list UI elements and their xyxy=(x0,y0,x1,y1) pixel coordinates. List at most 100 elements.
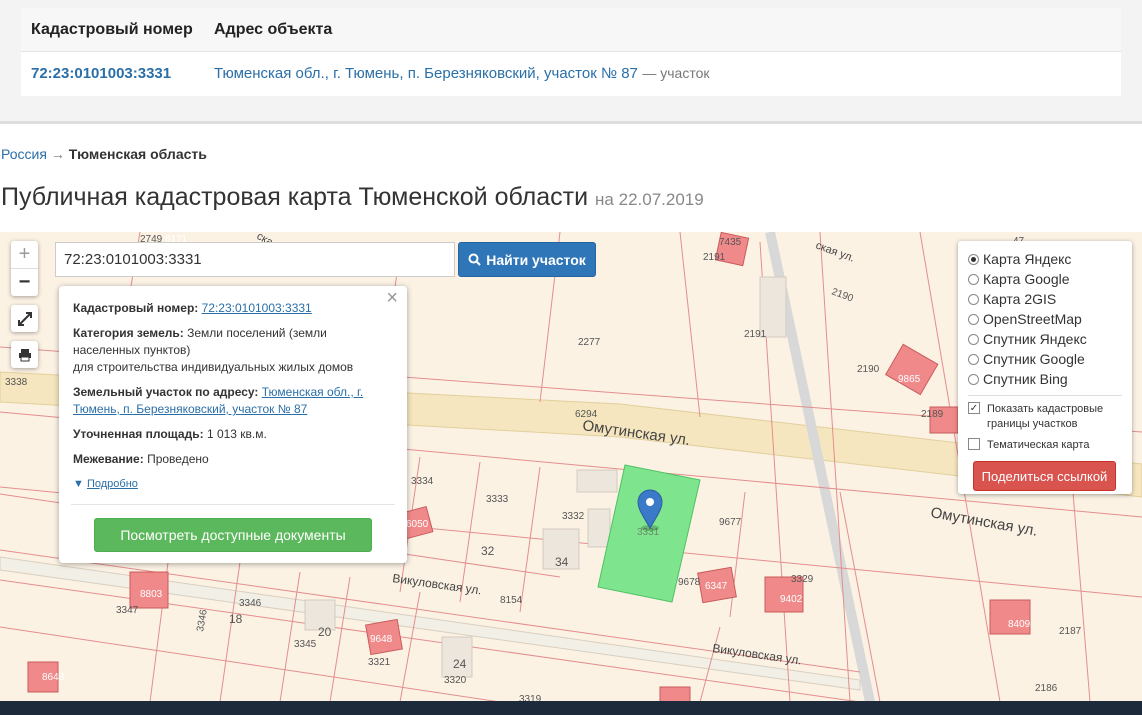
popup-number: Кадастровый номер: 72:23:0101003:3331 xyxy=(73,300,393,317)
checkbox-icon xyxy=(968,438,980,450)
layer-option-google-sat[interactable]: Спутник Google xyxy=(968,349,1132,369)
address-link[interactable]: Тюменская обл., г. Тюмень, п. Березняков… xyxy=(214,65,638,82)
os-taskbar xyxy=(0,701,1142,715)
radio-icon xyxy=(968,373,979,385)
radio-icon xyxy=(968,273,979,285)
parcel-number: 24 xyxy=(453,657,467,671)
expand-icon xyxy=(17,311,32,326)
layer-option-bing-sat[interactable]: Спутник Bing xyxy=(968,369,1132,389)
zoom-out-button[interactable]: − xyxy=(11,268,38,295)
layers-divider xyxy=(968,395,1122,396)
checkmark-icon: ✓ xyxy=(968,402,980,414)
share-link-button[interactable]: Поделиться ссылкой xyxy=(973,461,1116,491)
parcel-number: 3338 xyxy=(5,377,28,388)
layer-option-yandex-sat[interactable]: Спутник Яндекс xyxy=(968,329,1132,349)
parcel-number: 2191 xyxy=(744,329,767,340)
cadastral-search-input[interactable] xyxy=(55,242,455,277)
radio-icon xyxy=(968,253,979,265)
show-borders-checkbox[interactable]: ✓ Показать кадастровые границы участков xyxy=(968,402,1132,432)
parcel-number: 20 xyxy=(318,625,332,639)
page-title-date: на 22.07.2019 xyxy=(595,190,704,209)
house-label: 9648 xyxy=(370,634,393,645)
parcel-number: 3334 xyxy=(411,476,434,487)
breadcrumb-arrow: → xyxy=(50,146,65,162)
radio-icon xyxy=(968,353,979,365)
fullscreen-button[interactable] xyxy=(11,305,38,332)
house-label: 9865 xyxy=(898,374,921,385)
parcel-number: 7435 xyxy=(719,237,742,248)
printer-icon xyxy=(18,348,31,361)
parcel-number: 2191 xyxy=(703,252,726,263)
popup-number-link[interactable]: 72:23:0101003:3331 xyxy=(202,301,312,315)
layer-option-osm[interactable]: OpenStreetMap xyxy=(968,309,1132,329)
page-title-text: Публичная кадастровая карта Тюменской об… xyxy=(1,183,589,211)
results-band: Кадастровый номер Адрес объекта 72:23:01… xyxy=(0,0,1142,124)
thematic-map-checkbox[interactable]: Тематическая карта xyxy=(968,438,1132,453)
thematic-map-label: Тематическая карта xyxy=(987,439,1090,451)
parcel-number: 3347 xyxy=(116,605,139,616)
popup-number-label: Кадастровый номер: xyxy=(73,301,199,315)
find-plot-button[interactable]: Найти участок xyxy=(458,242,596,277)
radio-icon xyxy=(968,333,979,345)
house-label: 8803 xyxy=(140,589,163,600)
parcel-number: 2187 xyxy=(1059,626,1082,637)
layer-option-label: Карта Google xyxy=(983,271,1070,287)
breadcrumb-region: Тюменская область xyxy=(68,146,207,162)
parcel-number: 3321 xyxy=(368,657,391,668)
print-button[interactable] xyxy=(11,341,38,368)
layer-option-label: Спутник Google xyxy=(983,351,1085,367)
house-label: 8648 xyxy=(42,672,65,683)
popup-area: Уточненная площадь: 1 013 кв.м. xyxy=(73,426,393,443)
popup-category-label: Категория земель: xyxy=(73,326,184,340)
layer-switcher: Карта Яндекс Карта Google Карта 2GIS Ope… xyxy=(958,241,1132,494)
parcel-number: 6294 xyxy=(575,409,598,420)
house-label: 8409 xyxy=(1008,619,1031,630)
parcel-number: 3333 xyxy=(486,494,509,505)
parcel-number: 3332 xyxy=(562,511,585,522)
row-number-cell: 72:23:0101003:3331 xyxy=(21,65,214,83)
row-address-cell: Тюменская обл., г. Тюмень, п. Березняков… xyxy=(214,65,1121,83)
parcel-number: 2186 xyxy=(1035,683,1058,694)
popup-category-use: для строительства индивидуальных жилых д… xyxy=(73,360,354,374)
popup-divider xyxy=(71,504,395,505)
parcel-number: 3329 xyxy=(791,574,814,585)
find-plot-label: Найти участок xyxy=(486,251,586,268)
parcel-number: 2190 xyxy=(857,364,880,375)
popup-survey-value: Проведено xyxy=(147,452,209,466)
popup-area-label: Уточненная площадь: xyxy=(73,427,204,441)
plot-info-popup: × Кадастровый номер: 72:23:0101003:3331 … xyxy=(59,286,407,563)
breadcrumb: Россия → Тюменская область xyxy=(1,146,207,162)
house-label: 9402 xyxy=(780,594,803,605)
parcel-number: 34 xyxy=(555,555,569,569)
parcel-number: 2277 xyxy=(578,337,601,348)
parcel-number: 3346 xyxy=(239,598,262,609)
details-toggle[interactable]: ▼ Подробно xyxy=(73,476,393,493)
cadastral-number-link[interactable]: 72:23:0101003:3331 xyxy=(31,65,171,82)
view-documents-button[interactable]: Посмотреть доступные документы xyxy=(94,518,372,552)
popup-survey-label: Межевание: xyxy=(73,452,144,466)
layer-option-label: Карта Яндекс xyxy=(983,251,1072,267)
parcel-number: 18 xyxy=(229,612,243,626)
layer-option-label: Карта 2GIS xyxy=(983,291,1057,307)
popup-address: Земельный участок по адресу: Тюменская о… xyxy=(73,384,393,418)
popup-address-label: Земельный участок по адресу: xyxy=(73,385,259,399)
breadcrumb-country[interactable]: Россия xyxy=(1,146,47,162)
col-header-address: Адрес объекта xyxy=(214,20,333,38)
house-label: 6050 xyxy=(406,519,429,530)
layer-option-label: Спутник Bing xyxy=(983,371,1068,387)
search-icon xyxy=(468,253,481,266)
layer-option-yandex[interactable]: Карта Яндекс xyxy=(968,249,1132,269)
layer-option-label: OpenStreetMap xyxy=(983,311,1082,327)
zoom-in-button[interactable]: + xyxy=(11,241,38,268)
layer-option-2gis[interactable]: Карта 2GIS xyxy=(968,289,1132,309)
parcel-number: 9677 xyxy=(719,517,742,528)
layer-option-google[interactable]: Карта Google xyxy=(968,269,1132,289)
parcel-number: 8154 xyxy=(500,595,523,606)
popup-category: Категория земель: Земли поселений (земли… xyxy=(73,325,393,376)
zoom-control: + − xyxy=(11,241,38,296)
radio-icon xyxy=(968,313,979,325)
results-table: Кадастровый номер Адрес объекта 72:23:01… xyxy=(21,8,1121,96)
popup-survey: Межевание: Проведено xyxy=(73,451,393,468)
close-icon[interactable]: × xyxy=(386,288,398,308)
popup-area-value: 1 013 кв.м. xyxy=(206,427,267,441)
